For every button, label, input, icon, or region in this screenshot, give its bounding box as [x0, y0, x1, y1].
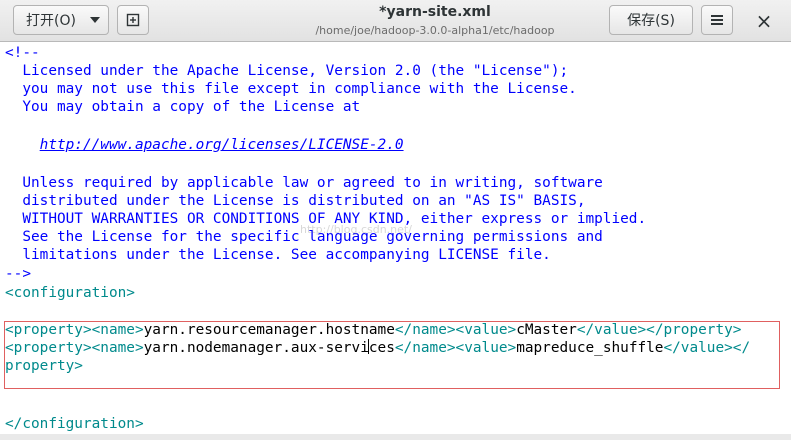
property-line-2-wrap: property>: [5, 358, 83, 374]
comment-close: -->: [5, 266, 31, 282]
comment-open: <!--: [5, 45, 40, 61]
property-name-part-a: yarn.nodemanager.aux-servi: [143, 340, 369, 356]
save-button[interactable]: 保存(S): [609, 5, 693, 35]
configuration-close-tag: </configuration>: [5, 416, 144, 432]
save-button-label: 保存(S): [627, 13, 675, 29]
license-line-3: You may obtain a copy of the License at: [5, 99, 361, 115]
tag: <property><name>: [5, 322, 144, 338]
tag: </name><value>: [394, 340, 517, 356]
license-url-link[interactable]: http://www.apache.org/licenses/LICENSE-2…: [40, 137, 404, 153]
watermark: http://blog.csdn.net/: [300, 223, 412, 236]
license-line-2: you may not use this file except in comp…: [5, 81, 577, 97]
property-value: cMaster: [516, 322, 577, 338]
tag: </value></property>: [576, 322, 742, 338]
new-document-button[interactable]: [117, 5, 149, 35]
tag: </name><value>: [394, 322, 517, 338]
hamburger-icon: [711, 15, 723, 25]
license-line-5: Unless required by applicable law or agr…: [5, 175, 603, 191]
chevron-down-icon: [90, 17, 100, 23]
status-bar: [0, 434, 791, 440]
property-value: mapreduce_shuffle: [516, 340, 664, 356]
license-url-line: http://www.apache.org/licenses/LICENSE-2…: [5, 136, 404, 154]
tag: <property><name>: [5, 340, 144, 356]
license-line-1: Licensed under the Apache License, Versi…: [5, 63, 569, 79]
license-line-6: distributed under the License is distrib…: [5, 193, 586, 209]
close-icon: ×: [755, 9, 773, 33]
menu-button[interactable]: [701, 5, 733, 35]
configuration-open-tag: <configuration>: [5, 285, 135, 301]
open-button[interactable]: 打开(O): [13, 5, 109, 35]
tag: </value></: [663, 340, 751, 356]
open-button-label: 打开(O): [26, 13, 76, 29]
header-bar: 打开(O) *yarn-site.xml /home/joe/hadoop-3.…: [0, 0, 791, 42]
license-line-9: limitations under the License. See accom…: [5, 247, 551, 263]
text-editor[interactable]: <!-- Licensed under the Apache License, …: [0, 42, 791, 440]
property-name-part-b: ces: [368, 340, 395, 356]
new-document-icon: [126, 13, 140, 27]
property-name: yarn.resourcemanager.hostname: [143, 322, 395, 338]
property-line-1: <property><name>yarn.resourcemanager.hos…: [5, 321, 741, 339]
property-line-2: <property><name>yarn.nodemanager.aux-ser…: [5, 339, 750, 357]
file-path: /home/joe/hadoop-3.0.0-alpha1/etc/hadoop: [315, 24, 555, 37]
close-button[interactable]: ×: [752, 9, 776, 33]
window-title: *yarn-site.xml: [379, 4, 491, 20]
